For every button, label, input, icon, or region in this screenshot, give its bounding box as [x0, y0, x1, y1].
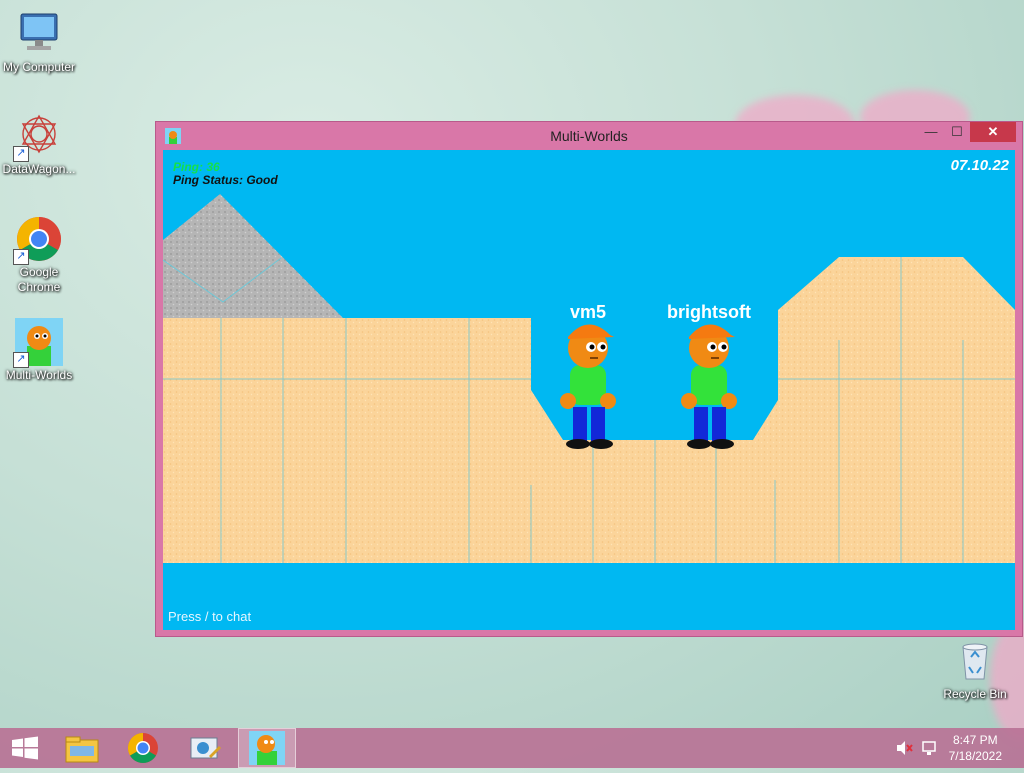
desktop-icon-label: Recycle Bin — [943, 687, 1007, 701]
game-scene — [163, 194, 1015, 563]
player-avatar — [681, 324, 737, 449]
desktop-icon-multi-worlds[interactable]: ↗ Multi-Worlds — [1, 318, 77, 383]
desktop-icon-label: My Computer — [2, 60, 76, 74]
game-viewport[interactable]: Ping: 36 Ping Status: Good 07.10.22 vm5 … — [163, 150, 1015, 630]
desktop-icon-label: DataWagon... — [2, 162, 76, 176]
shortcut-arrow-icon: ↗ — [13, 146, 29, 162]
game-date: 07.10.22 — [950, 157, 1009, 174]
player-name-label: brightsoft — [667, 302, 751, 322]
system-clock[interactable]: 8:47 PM 7/18/2022 — [949, 732, 1002, 764]
taskbar-system-tools[interactable] — [177, 728, 233, 768]
start-icon — [12, 736, 38, 760]
minimize-button[interactable]: — — [918, 122, 944, 142]
taskbar-file-explorer[interactable] — [54, 728, 110, 768]
player-avatar — [560, 324, 616, 449]
ping-label: Ping: 36 — [173, 160, 220, 174]
desktop-icon-datawagon[interactable]: ↗ DataWagon... — [1, 112, 77, 177]
desktop-icon-label: Multi-Worlds — [5, 368, 73, 382]
multi-worlds-window: Multi-Worlds — ☐ ✕ Ping: 36 Ping Status:… — [155, 121, 1023, 637]
recycle-bin-icon — [951, 637, 999, 685]
network-icon[interactable] — [921, 740, 939, 756]
computer-icon — [15, 10, 63, 58]
taskbar: 8:47 PM 7/18/2022 — [0, 728, 1024, 768]
file-explorer-icon — [65, 736, 99, 763]
window-titlebar[interactable]: Multi-Worlds — ☐ ✕ — [156, 122, 1022, 150]
maximize-button[interactable]: ☐ — [944, 122, 970, 142]
player-name-label: vm5 — [569, 302, 607, 322]
window-title: Multi-Worlds — [550, 128, 628, 144]
datawagon-logo-icon: ↗ — [13, 112, 63, 162]
clock-time: 8:47 PM — [952, 733, 998, 747]
taskbar-chrome[interactable] — [115, 728, 171, 768]
desktop-icon-recycle-bin[interactable]: Recycle Bin — [937, 637, 1013, 702]
desktop-icon-my-computer[interactable]: My Computer — [1, 10, 77, 75]
start-button[interactable] — [0, 728, 56, 768]
multi-worlds-icon: ↗ — [13, 318, 63, 368]
shortcut-arrow-icon: ↗ — [13, 249, 29, 265]
volume-muted-icon[interactable] — [896, 740, 914, 756]
close-button[interactable]: ✕ — [970, 122, 1016, 142]
rock-pyramid — [163, 194, 343, 318]
chrome-icon — [127, 733, 158, 764]
ping-status: Ping Status: Good — [173, 173, 278, 187]
chrome-icon: ↗ — [13, 215, 63, 265]
taskbar-multi-worlds[interactable] — [238, 728, 296, 768]
system-tools-icon — [190, 737, 221, 759]
multi-worlds-icon — [249, 731, 285, 765]
chat-hint: Press / to chat — [168, 609, 252, 624]
clock-date: 7/18/2022 — [948, 749, 1002, 763]
desktop-icon-google-chrome[interactable]: ↗ Google Chrome — [1, 215, 77, 295]
desktop-icon-label: Google Chrome — [17, 265, 61, 294]
shortcut-arrow-icon: ↗ — [13, 352, 29, 368]
